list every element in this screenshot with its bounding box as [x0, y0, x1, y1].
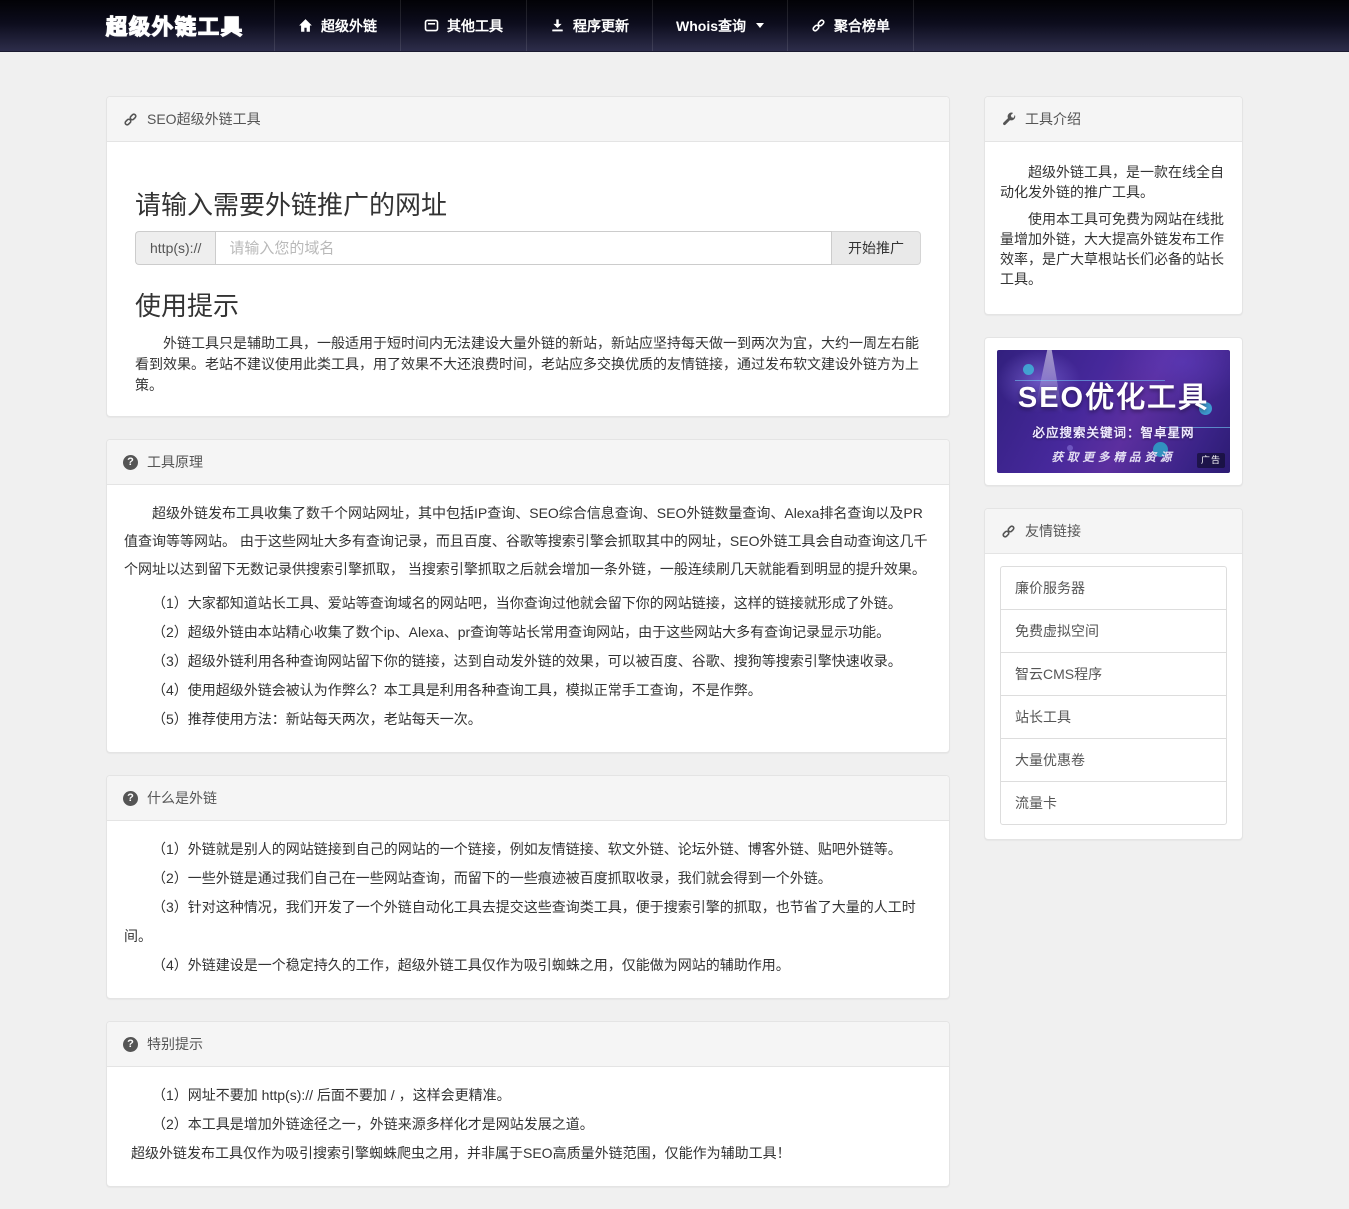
notice-closing-line: 超级外链发布工具仅作为吸引搜索引擎蜘蛛爬虫之用，并非属于SEO高质量外链范围，仅…: [124, 1139, 932, 1168]
brand-logo[interactable]: 超级外链工具: [106, 0, 270, 51]
notice-panel: ? 特别提示 （1）网址不要加 http(s):// 后面不要加 / ，这样会更…: [106, 1021, 950, 1187]
principle-item: （4）使用超级外链会被认为作弊么？本工具是利用各种查询工具，模拟正常手工查询，不…: [124, 676, 932, 705]
promo-panel-title: SEO超级外链工具: [147, 109, 261, 129]
whatis-item: （1）外链就是别人的网站链接到自己的网站的一个链接，例如友情链接、软文外链、论坛…: [124, 835, 932, 864]
principle-intro: 超级外链发布工具收集了数千个网站网址，其中包括IP查询、SEO综合信息查询、SE…: [124, 499, 932, 583]
friend-links-panel: 友情链接 廉价服务器 免费虚拟空间 智云CMS程序 站长工具 大量优惠卷 流量卡: [984, 508, 1243, 840]
principle-item: （2）超级外链由本站精心收集了数个ip、Alexa、pr查询等站长常用查询网站，…: [124, 618, 932, 647]
nav-item-other-tools[interactable]: 其他工具: [400, 0, 526, 51]
intro-paragraph: 超级外链工具，是一款在线全自动化发外链的推广工具。: [1000, 162, 1227, 202]
domain-input[interactable]: [215, 231, 832, 265]
main-column: SEO超级外链工具 请输入需要外链推广的网址 http(s):// 开始推广 使…: [106, 96, 950, 1209]
friend-links-header: 友情链接: [985, 509, 1242, 554]
question-circle-icon: ?: [123, 1037, 138, 1052]
friend-links-body: 廉价服务器 免费虚拟空间 智云CMS程序 站长工具 大量优惠卷 流量卡: [985, 554, 1242, 839]
usage-tips-title: 使用提示: [135, 286, 921, 323]
notice-panel-header: ? 特别提示: [107, 1022, 949, 1067]
friend-link-zhiyun-cms[interactable]: 智云CMS程序: [1001, 653, 1226, 696]
intro-paragraph: 使用本工具可免费为网站在线批量增加外链，大大提高外链发布工作效率，是广大草根站长…: [1000, 209, 1227, 289]
friend-link-free-hosting[interactable]: 免费虚拟空间: [1001, 610, 1226, 653]
url-input-group: http(s):// 开始推广: [135, 231, 921, 265]
usage-tips-text: 外链工具只是辅助工具，一般适用于短时间内无法建设大量外链的新站，新站应坚持每天做…: [135, 333, 921, 396]
seo-ad-banner[interactable]: SEO优化工具 必应搜索关键词：智卓星网 获取更多精品资源 广告: [997, 350, 1230, 473]
nav-item-label: 聚合榜单: [834, 16, 890, 36]
link-icon: [1001, 524, 1016, 539]
promo-panel-body: 请输入需要外链推广的网址 http(s):// 开始推广 使用提示 外链工具只是…: [107, 142, 949, 416]
whatis-panel-header: ? 什么是外链: [107, 776, 949, 821]
ad-badge: 广告: [1197, 453, 1225, 468]
nav-menu: 超级外链 其他工具 程序更新 Whois查询: [274, 0, 914, 51]
whatis-panel: ? 什么是外链 （1）外链就是别人的网站链接到自己的网站的一个链接，例如友情链接…: [106, 775, 950, 999]
question-circle-icon: ?: [123, 791, 138, 806]
nav-item-label: 程序更新: [573, 16, 629, 36]
friend-links-title: 友情链接: [1025, 521, 1081, 541]
sidebar: 工具介绍 超级外链工具，是一款在线全自动化发外链的推广工具。 使用本工具可免费为…: [984, 96, 1243, 862]
nav-item-label: 超级外链: [321, 16, 377, 36]
principle-item: （3）超级外链利用各种查询网站留下你的链接，达到自动发外链的效果，可以被百度、谷…: [124, 647, 932, 676]
nav-item-super-links[interactable]: 超级外链: [274, 0, 400, 51]
notice-item: （1）网址不要加 http(s):// 后面不要加 / ，这样会更精准。: [124, 1081, 932, 1110]
start-promotion-button[interactable]: 开始推广: [832, 231, 921, 265]
principle-panel-header: ? 工具原理: [107, 440, 949, 485]
question-circle-icon: ?: [123, 455, 138, 470]
principle-panel-title: 工具原理: [147, 452, 203, 472]
page-container: SEO超级外链工具 请输入需要外链推广的网址 http(s):// 开始推广 使…: [106, 52, 1243, 1209]
intro-panel-body: 超级外链工具，是一款在线全自动化发外链的推广工具。 使用本工具可免费为网站在线批…: [985, 142, 1242, 314]
banner-subtitle: 必应搜索关键词：智卓星网: [997, 422, 1230, 441]
principle-panel: ? 工具原理 超级外链发布工具收集了数千个网站网址，其中包括IP查询、SEO综合…: [106, 439, 950, 753]
friend-link-coupons[interactable]: 大量优惠卷: [1001, 739, 1226, 782]
principle-panel-body: 超级外链发布工具收集了数千个网站网址，其中包括IP查询、SEO综合信息查询、SE…: [107, 485, 949, 752]
download-icon: [550, 18, 565, 33]
whatis-item: （4）外链建设是一个稳定持久的工作，超级外链工具仅作为吸引蜘蛛之用，仅能做为网站…: [124, 951, 932, 980]
url-prefix-addon: http(s)://: [135, 231, 215, 265]
whatis-panel-title: 什么是外链: [147, 788, 217, 808]
nav-item-program-update[interactable]: 程序更新: [526, 0, 652, 51]
page-title: 请输入需要外链推广的网址: [135, 185, 921, 222]
banner-footline: 获取更多精品资源: [997, 449, 1230, 465]
promo-panel: SEO超级外链工具 请输入需要外链推广的网址 http(s):// 开始推广 使…: [106, 96, 950, 417]
caret-down-icon: [756, 23, 764, 28]
intro-panel-title: 工具介绍: [1025, 109, 1081, 129]
whatis-panel-body: （1）外链就是别人的网站链接到自己的网站的一个链接，例如友情链接、软文外链、论坛…: [107, 821, 949, 998]
promo-panel-header: SEO超级外链工具: [107, 97, 949, 142]
friend-link-cheap-server[interactable]: 廉价服务器: [1001, 567, 1226, 610]
friend-link-webmaster-tools[interactable]: 站长工具: [1001, 696, 1226, 739]
nav-item-label: 其他工具: [447, 16, 503, 36]
principle-item: （5）推荐使用方法：新站每天两次，老站每天一次。: [124, 705, 932, 734]
intro-panel-header: 工具介绍: [985, 97, 1242, 142]
nav-item-whois-dropdown[interactable]: Whois查询: [652, 0, 787, 51]
nav-item-label: Whois查询: [676, 16, 746, 36]
wrench-icon: [1001, 112, 1016, 127]
notice-panel-body: （1）网址不要加 http(s):// 后面不要加 / ，这样会更精准。 （2）…: [107, 1067, 949, 1186]
home-icon: [298, 18, 313, 33]
ad-banner-panel: SEO优化工具 必应搜索关键词：智卓星网 获取更多精品资源 广告: [984, 337, 1243, 486]
top-navbar: 超级外链工具 超级外链 其他工具 程序更新 Whois: [0, 0, 1349, 52]
principle-item: （1）大家都知道站长工具、爱站等查询域名的网站吧，当你查询过他就会留下你的网站链…: [124, 589, 932, 618]
banner-title: SEO优化工具: [997, 374, 1230, 416]
notice-panel-title: 特别提示: [147, 1034, 203, 1054]
notice-item: （2）本工具是增加外链途径之一，外链来源多样化才是网站发展之道。: [124, 1110, 932, 1139]
whatis-item: （2）一些外链是通过我们自己在一些网站查询，而留下的一些痕迹被百度抓取收录，我们…: [124, 864, 932, 893]
navbar-inner: 超级外链工具 超级外链 其他工具 程序更新 Whois: [106, 0, 1243, 51]
friend-links-list: 廉价服务器 免费虚拟空间 智云CMS程序 站长工具 大量优惠卷 流量卡: [1000, 566, 1227, 825]
intro-panel: 工具介绍 超级外链工具，是一款在线全自动化发外链的推广工具。 使用本工具可免费为…: [984, 96, 1243, 315]
nav-item-rankings[interactable]: 聚合榜单: [787, 0, 914, 51]
friend-link-data-sim[interactable]: 流量卡: [1001, 782, 1226, 824]
link-icon: [811, 18, 826, 33]
whatis-item: （3）针对这种情况，我们开发了一个外链自动化工具去提交这些查询类工具，便于搜索引…: [124, 893, 932, 951]
link-icon: [123, 112, 138, 127]
window-icon: [424, 18, 439, 33]
